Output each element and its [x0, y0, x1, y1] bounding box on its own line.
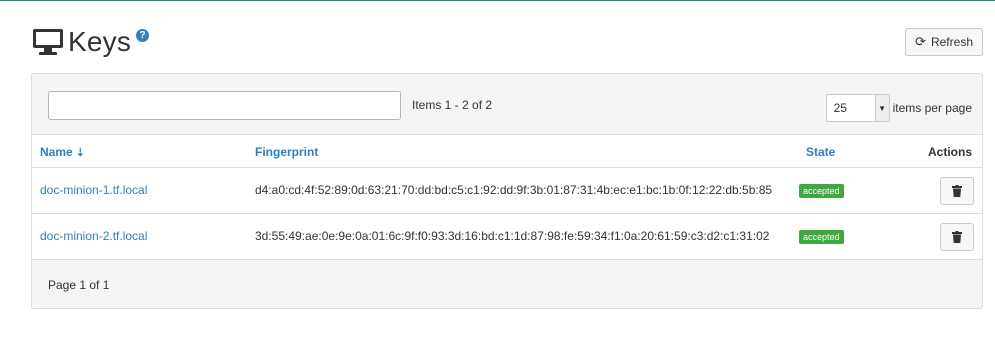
key-name-link[interactable]: doc-minion-1.tf.local [40, 183, 147, 197]
delete-button[interactable] [940, 177, 974, 205]
column-name-label: Name [40, 145, 73, 159]
items-range: Items 1 - 2 of 2 [412, 98, 493, 112]
page-title: Keys [68, 26, 132, 57]
search-input[interactable] [48, 91, 401, 120]
grid-toolbar: Items 1 - 2 of 2 25 ▼ items per page [32, 74, 982, 134]
keys-panel: Items 1 - 2 of 2 25 ▼ items per page Nam… [31, 73, 983, 309]
page-info: Page 1 of 1 [48, 278, 110, 292]
refresh-button[interactable]: ⟳ Refresh [905, 28, 983, 56]
keys-table: Name ⇣ Fingerprint State Actions doc-mini… [32, 134, 982, 260]
per-page-select[interactable]: 25 ▼ [825, 94, 890, 122]
per-page-value: 25 [833, 101, 847, 115]
top-border [0, 0, 995, 1]
refresh-icon: ⟳ [915, 34, 926, 49]
per-page-label: items per page [892, 101, 972, 115]
key-fingerprint: d4:a0:cd:4f:52:89:0d:63:21:70:dd:bd:c5:c… [255, 183, 773, 197]
trash-icon [952, 231, 962, 243]
table-row: doc-minion-2.tf.local 3d:55:49:ae:0e:9e:… [32, 214, 982, 260]
trash-icon [952, 185, 962, 197]
page-header: Keys ? ⟳ Refresh [32, 22, 983, 62]
column-header-fingerprint[interactable]: Fingerprint [255, 145, 318, 159]
table-header: Name ⇣ Fingerprint State Actions [32, 134, 982, 168]
column-header-name[interactable]: Name ⇣ [40, 145, 85, 159]
table-row: doc-minion-1.tf.local d4:a0:cd:4f:52:89:… [32, 168, 982, 214]
key-name-link[interactable]: doc-minion-2.tf.local [40, 229, 147, 243]
per-page-control: 25 ▼ items per page [825, 94, 972, 122]
sort-ascending-icon[interactable]: ⇣ [76, 147, 85, 159]
status-badge: accepted [799, 184, 844, 198]
chevron-down-icon[interactable]: ▼ [874, 95, 889, 121]
delete-button[interactable] [940, 223, 974, 251]
question-circle-icon[interactable]: ? [136, 28, 150, 42]
status-badge: accepted [799, 230, 844, 244]
pager-footer: Page 1 of 1 [32, 260, 982, 308]
title-wrap: Keys ? [32, 22, 150, 62]
refresh-label: Refresh [930, 35, 973, 49]
column-header-actions: Actions [927, 145, 972, 159]
monitor-icon [33, 29, 63, 55]
key-fingerprint: 3d:55:49:ae:0e:9e:0a:01:6c:9f:f0:93:3d:1… [255, 229, 770, 243]
column-header-state[interactable]: State [806, 145, 835, 159]
